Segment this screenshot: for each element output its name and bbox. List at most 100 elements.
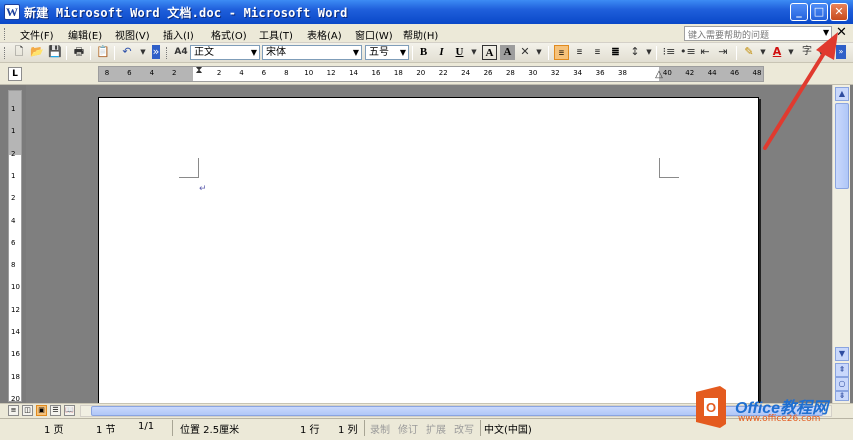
ruler-tick-label: 30 xyxy=(528,69,538,77)
menu-file[interactable]: 文件(F) xyxy=(20,27,54,42)
toolbar-separator xyxy=(90,46,91,60)
help-search-input[interactable]: 键入需要帮助的问题 xyxy=(684,26,832,41)
font-size-select[interactable]: 五号 ▼ xyxy=(365,45,409,60)
minimize-button[interactable]: _ xyxy=(790,3,808,21)
font-color-dropdown-icon[interactable]: ▼ xyxy=(784,45,798,59)
new-document-icon[interactable]: 🗋 xyxy=(12,45,26,59)
character-shading-button[interactable]: A xyxy=(500,45,515,60)
normal-view-icon[interactable]: ≡ xyxy=(8,405,19,416)
horizontal-ruler[interactable]: 8 6 4 2 2 4 6 8 10 12 14 16 18 20 22 24 26 28 30 32 34 36 38 40… xyxy=(98,65,764,82)
ruler-tick-label: 8 xyxy=(104,69,110,77)
status-language: 中文(中国) xyxy=(484,425,532,436)
ruler-tick-label: 4 xyxy=(149,69,155,77)
underline-dropdown-icon[interactable]: ▼ xyxy=(467,45,481,59)
document-page[interactable]: ↵ xyxy=(98,97,759,403)
toolbar-overflow-icon[interactable]: » xyxy=(836,45,846,59)
status-page: 1 页 xyxy=(44,425,64,436)
ruler-tick-label: 42 xyxy=(685,69,695,77)
format-toolbar-grip-icon[interactable] xyxy=(166,47,168,59)
line-spacing-icon[interactable]: ↕ xyxy=(628,45,642,59)
save-icon[interactable]: 💾 xyxy=(48,45,62,59)
highlight-dropdown-icon[interactable]: ▼ xyxy=(756,45,770,59)
document-close-icon[interactable]: ✕ xyxy=(836,25,847,40)
maximize-button[interactable]: □ xyxy=(810,3,828,21)
outline-view-icon[interactable]: ☰ xyxy=(50,405,61,416)
menu-insert[interactable]: 插入(I) xyxy=(163,27,194,42)
ruler-tick-label: 8 xyxy=(284,69,289,77)
underline-button[interactable]: U xyxy=(452,45,467,60)
select-browse-object-icon[interactable]: ○ xyxy=(835,377,849,391)
tab-selector[interactable]: L xyxy=(8,67,22,81)
highlight-icon[interactable]: ✎ xyxy=(742,45,756,59)
line-spacing-dropdown-icon[interactable]: ▼ xyxy=(642,45,656,59)
word-app-icon[interactable]: W xyxy=(4,4,20,20)
ruler-tick-label: 28 xyxy=(505,69,515,77)
character-border-button[interactable]: A xyxy=(482,45,497,60)
status-record[interactable]: 录制 xyxy=(370,421,390,436)
undo-icon[interactable]: ↶ xyxy=(120,45,134,59)
align-right-button[interactable]: ≡ xyxy=(590,45,605,60)
menu-tools[interactable]: 工具(T) xyxy=(259,27,293,42)
open-folder-icon[interactable]: 📂 xyxy=(30,45,44,59)
status-position: 位置 2.5厘米 xyxy=(180,425,240,436)
toolbar-separator xyxy=(656,46,657,60)
print-layout-view-icon[interactable]: ▣ xyxy=(36,405,47,416)
font-color-icon[interactable]: A xyxy=(770,45,784,59)
right-indent-icon[interactable]: △ xyxy=(655,69,663,80)
style-select[interactable]: 正文 ▼ xyxy=(190,45,260,60)
numbering-icon[interactable]: ⁝≡ xyxy=(662,45,676,59)
toolbar-grip-icon[interactable] xyxy=(4,47,6,59)
bold-button[interactable]: B xyxy=(416,45,431,60)
web-layout-view-icon[interactable]: ◫ xyxy=(22,405,33,416)
scaling-dropdown-icon[interactable]: ▼ xyxy=(532,45,546,59)
styles-pane-icon[interactable]: A4 xyxy=(174,45,188,59)
status-overtype[interactable]: 改写 xyxy=(454,421,474,436)
align-justify-button[interactable]: ≡ xyxy=(554,45,569,60)
vertical-scroll-thumb[interactable] xyxy=(835,103,849,189)
watermark-url: www.office26.com xyxy=(738,414,821,424)
font-select[interactable]: 宋体 ▼ xyxy=(262,45,362,60)
first-line-indent-icon[interactable]: ⧗ xyxy=(195,65,202,76)
vertical-ruler[interactable]: 1 1 2 1 2 4 6 8 10 12 14 16 18 20 xyxy=(8,90,22,403)
previous-page-icon[interactable]: ⇞ xyxy=(835,363,849,377)
increase-indent-icon[interactable]: ⇥ xyxy=(716,45,730,59)
ruler-tick-label: 6 xyxy=(261,69,267,77)
menu-view[interactable]: 视图(V) xyxy=(115,27,150,42)
ruler-tick-label: 40 xyxy=(662,69,672,77)
reading-layout-view-icon[interactable]: 📖 xyxy=(64,405,75,416)
bullets-icon[interactable]: •≡ xyxy=(680,45,696,59)
italic-button[interactable]: I xyxy=(434,45,449,60)
scroll-down-icon[interactable]: ▼ xyxy=(835,347,849,361)
close-button[interactable]: ✕ xyxy=(830,3,848,21)
distribute-button[interactable]: ≣ xyxy=(608,45,623,60)
phonetic-guide-icon[interactable]: 字 xyxy=(800,45,814,59)
vertical-ruler-tick-label: 1 xyxy=(11,127,16,136)
print-icon[interactable]: 🖶 xyxy=(72,45,86,59)
document-area[interactable]: ↵ xyxy=(26,85,832,403)
paste-icon[interactable]: 📋 xyxy=(96,45,110,59)
menu-format[interactable]: 格式(O) xyxy=(211,27,247,42)
menu-help[interactable]: 帮助(H) xyxy=(403,27,438,42)
next-page-icon[interactable]: ⇟ xyxy=(835,391,849,401)
vertical-ruler-tick-label: 2 xyxy=(11,149,16,158)
scroll-up-icon[interactable]: ▲ xyxy=(835,87,849,101)
menubar-grip-icon[interactable] xyxy=(4,28,6,40)
toolbar-options-icon[interactable]: » xyxy=(152,45,160,59)
menu-edit[interactable]: 编辑(E) xyxy=(68,27,102,42)
menu-table[interactable]: 表格(A) xyxy=(307,27,342,42)
status-section: 1 节 xyxy=(96,425,116,436)
status-extend[interactable]: 扩展 xyxy=(426,421,446,436)
character-scaling-icon[interactable]: ✕ xyxy=(518,45,532,59)
phonetic-dropdown-icon[interactable]: ▼ xyxy=(814,45,828,59)
status-page-of: 1/1 xyxy=(138,421,155,432)
ruler-tick-label: 44 xyxy=(707,69,717,77)
undo-dropdown-icon[interactable]: ▼ xyxy=(136,45,150,59)
decrease-indent-icon[interactable]: ⇤ xyxy=(698,45,712,59)
ruler-tick-label: 18 xyxy=(393,69,403,77)
status-track-changes[interactable]: 修订 xyxy=(398,421,418,436)
menu-window[interactable]: 窗口(W) xyxy=(355,27,393,42)
vertical-ruler-tick-label: 12 xyxy=(11,305,20,314)
help-dropdown-icon[interactable]: ▼ xyxy=(823,28,829,37)
vertical-scrollbar[interactable]: ▲ ▼ ⇞ ○ ⇟ xyxy=(832,85,850,403)
align-center-button[interactable]: ≡ xyxy=(572,45,587,60)
